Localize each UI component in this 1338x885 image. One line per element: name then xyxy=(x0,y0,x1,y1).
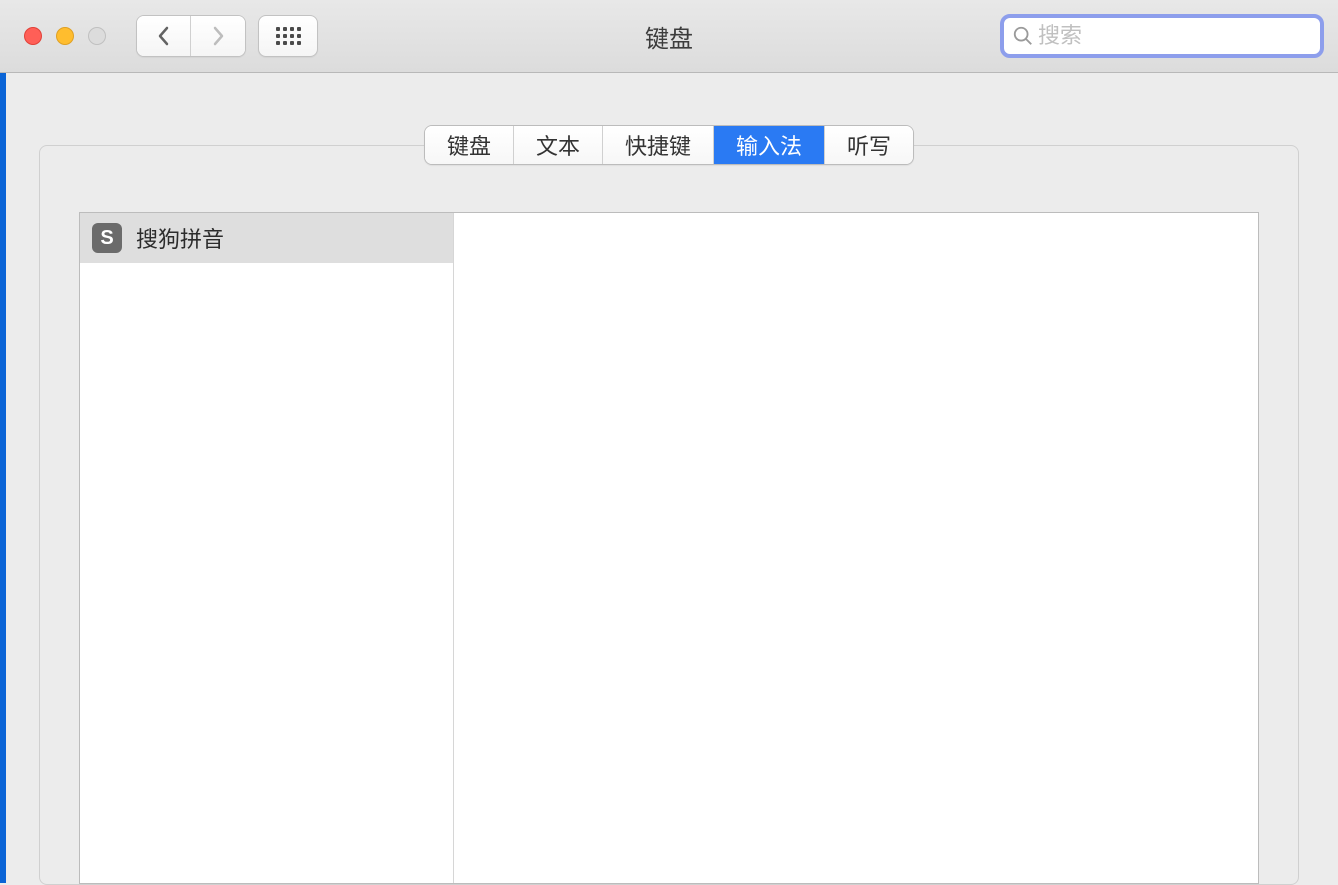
minimize-window-button[interactable] xyxy=(56,27,74,45)
tab-text[interactable]: 文本 xyxy=(514,126,603,164)
tab-keyboard[interactable]: 键盘 xyxy=(425,126,514,164)
window-edge-strip xyxy=(0,72,6,883)
tab-shortcuts[interactable]: 快捷键 xyxy=(603,126,714,164)
nav-buttons xyxy=(136,15,246,57)
show-all-button[interactable] xyxy=(258,15,318,57)
titlebar: 键盘 xyxy=(0,0,1338,73)
preferences-panel: S 搜狗拼音 xyxy=(39,145,1299,885)
window-title: 键盘 xyxy=(645,19,693,54)
chevron-left-icon xyxy=(157,26,171,46)
forward-button[interactable] xyxy=(191,16,245,56)
back-button[interactable] xyxy=(137,16,191,56)
input-sources-split: S 搜狗拼音 xyxy=(79,212,1259,884)
tab-dictation[interactable]: 听写 xyxy=(825,126,913,164)
input-source-list: S 搜狗拼音 xyxy=(80,213,454,883)
search-icon xyxy=(1012,25,1034,47)
zoom-window-button xyxy=(88,27,106,45)
traffic-lights xyxy=(24,27,106,45)
sogou-icon: S xyxy=(92,223,122,253)
search-input[interactable] xyxy=(1038,23,1326,49)
close-window-button[interactable] xyxy=(24,27,42,45)
input-source-detail xyxy=(454,213,1258,883)
chevron-right-icon xyxy=(211,26,225,46)
tab-bar: 键盘 文本 快捷键 输入法 听写 xyxy=(424,125,914,165)
tab-input-sources[interactable]: 输入法 xyxy=(714,126,825,164)
content-area: 键盘 文本 快捷键 输入法 听写 S 搜狗拼音 xyxy=(0,73,1338,885)
search-box[interactable] xyxy=(1000,14,1324,58)
grid-icon xyxy=(276,27,301,45)
input-source-label: 搜狗拼音 xyxy=(136,222,224,254)
input-source-item[interactable]: S 搜狗拼音 xyxy=(80,213,453,263)
